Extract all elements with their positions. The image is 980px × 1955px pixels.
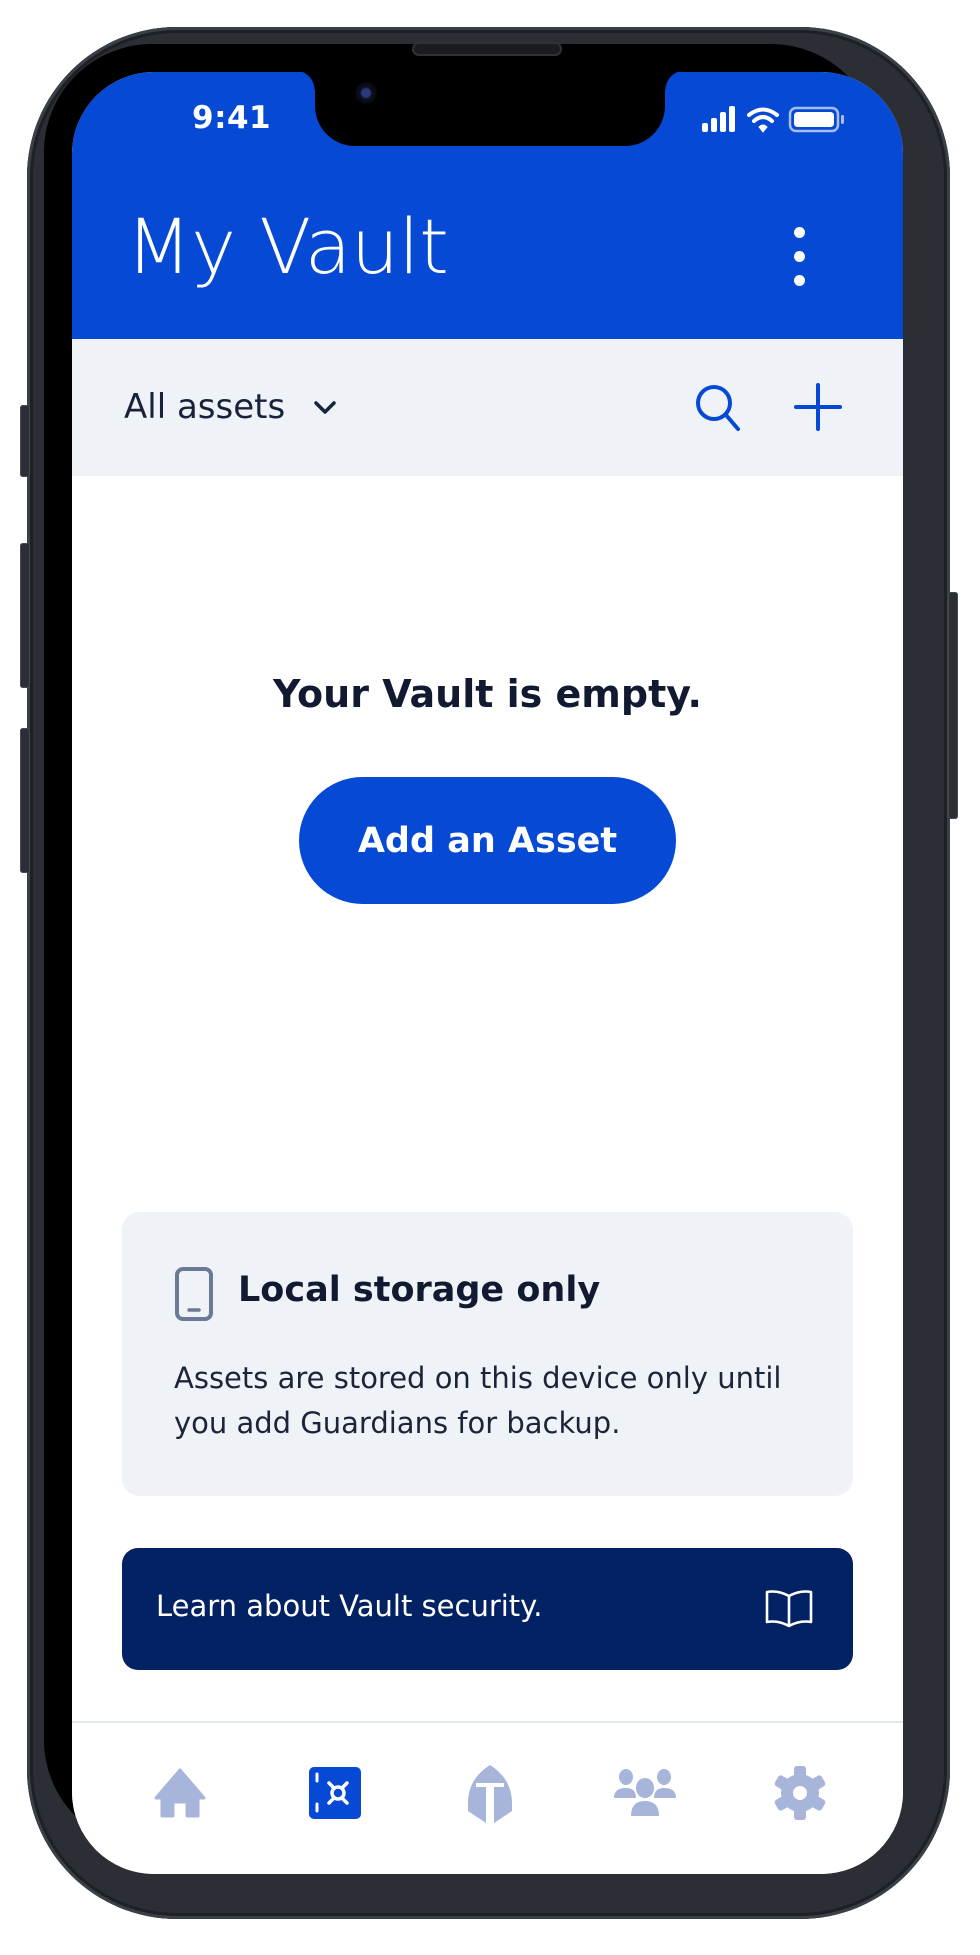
asset-filter-label: All assets <box>124 387 286 427</box>
wifi-icon <box>747 107 779 133</box>
more-vertical-icon[interactable] <box>788 227 812 287</box>
status-time: 9:41 <box>192 100 272 136</box>
local-storage-card: Local storage only Assets are stored on … <box>122 1212 853 1496</box>
gear-icon <box>774 1766 826 1820</box>
filter-bar: All assets <box>72 339 903 476</box>
learn-security-text: Learn about Vault security. <box>156 1589 543 1623</box>
earpiece-speaker <box>412 42 562 56</box>
plus-icon[interactable] <box>790 379 846 435</box>
status-icons <box>702 106 844 133</box>
front-camera <box>355 82 377 104</box>
home-icon <box>154 1768 206 1818</box>
tab-bar <box>72 1721 903 1874</box>
empty-state-message: Your Vault is empty. <box>273 672 702 716</box>
smartphone-icon <box>175 1267 213 1321</box>
mute-switch <box>20 405 30 477</box>
battery-icon <box>788 106 844 133</box>
tab-settings[interactable] <box>760 1753 840 1833</box>
tab-home[interactable] <box>140 1753 220 1833</box>
volume-down-button <box>20 728 30 873</box>
helmet-icon <box>468 1765 512 1823</box>
learn-security-link[interactable]: Learn about Vault security. <box>122 1548 853 1670</box>
card-title: Local storage only <box>238 1270 601 1310</box>
volume-up-button <box>20 543 30 688</box>
people-icon <box>614 1769 676 1816</box>
asset-filter-dropdown[interactable]: All assets <box>124 379 339 435</box>
notch <box>295 72 685 146</box>
chevron-down-icon <box>314 401 336 414</box>
page-title: My Vault <box>126 202 449 291</box>
vault-icon <box>309 1767 361 1819</box>
tab-vault[interactable] <box>295 1753 375 1833</box>
book-icon <box>765 1590 813 1628</box>
phone-screen: 9:41 My Vault All assets Your Vault is e… <box>72 72 903 1874</box>
card-body: Assets are stored on this device only un… <box>174 1361 782 1440</box>
tab-people[interactable] <box>605 1753 685 1833</box>
add-asset-button[interactable]: Add an Asset <box>299 777 676 904</box>
search-icon[interactable] <box>690 379 746 435</box>
power-button <box>948 592 958 819</box>
tab-guardians[interactable] <box>450 1753 530 1833</box>
cellular-signal-icon <box>702 106 735 132</box>
